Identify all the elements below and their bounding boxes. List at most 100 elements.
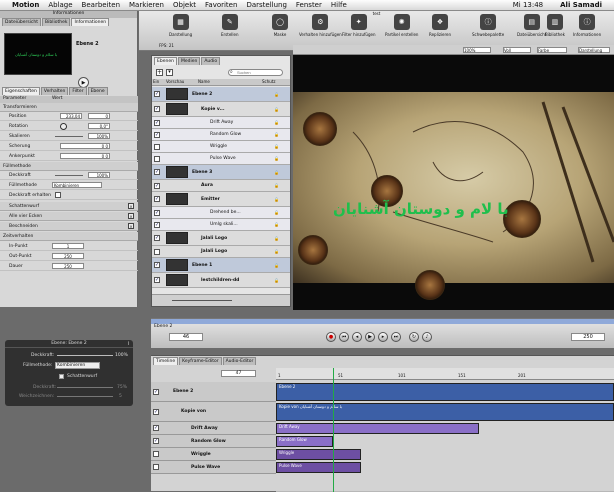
toolbar-button-mask[interactable]: ◯ Maske xyxy=(272,14,288,37)
menu-objekt[interactable]: Objekt xyxy=(173,1,196,9)
toolbar-button-view[interactable]: ▦ Darstellung xyxy=(169,14,192,37)
toolbar-button-particle[interactable]: ✺ Partikel erstellen xyxy=(385,14,418,37)
track-enable-checkbox[interactable] xyxy=(153,451,159,457)
toolbar-button-behavior[interactable]: ⚙ Verhalten hinzufügen xyxy=(299,14,342,37)
menu-darstellung[interactable]: Darstellung xyxy=(246,1,286,9)
timeline-track-row[interactable]: Wriggle xyxy=(151,448,276,461)
layer-row[interactable]: Wriggle 🔓 xyxy=(152,141,290,153)
layer-enable-checkbox[interactable] xyxy=(154,248,160,255)
lock-icon[interactable]: 🔓 xyxy=(274,107,279,112)
tab-layer[interactable]: Ebene xyxy=(87,87,108,95)
view-mode-select[interactable]: Voll xyxy=(503,47,531,53)
hud-shadow-opacity-slider[interactable] xyxy=(57,387,113,388)
tab-audio[interactable]: Audio xyxy=(201,57,221,65)
layer-row[interactable]: ✓ Umlg skali... 🔓 xyxy=(152,219,290,231)
lock-icon[interactable]: 🔓 xyxy=(274,197,279,202)
layer-enable-checkbox[interactable] xyxy=(154,155,160,162)
section-drop-shadow[interactable]: Schattenwurf × xyxy=(0,202,138,211)
layer-enable-checkbox[interactable]: ✓ xyxy=(154,221,160,228)
timeline-track-row[interactable]: ✓ Drift Away xyxy=(151,422,276,435)
scale-field[interactable]: 100% xyxy=(88,133,110,139)
play-button[interactable]: ▶ xyxy=(365,332,375,342)
timeline-ruler[interactable]: 1 51 101 151 201 xyxy=(276,368,614,380)
lock-icon[interactable]: 🔓 xyxy=(274,236,279,241)
layer-row[interactable]: Jalali Logo 🔓 xyxy=(152,246,290,258)
color-mode-select[interactable]: Farbe xyxy=(537,47,567,53)
timeline-track-row[interactable]: ✓ Kopie von xyxy=(151,402,276,422)
out-point-field[interactable]: 250 xyxy=(52,253,84,259)
timeline-bar[interactable]: Ebene 2 xyxy=(276,383,614,401)
toolbar-button-hud[interactable]: ⓘ Schwebepalette xyxy=(472,14,504,37)
end-frame-field[interactable]: 250 xyxy=(571,333,605,341)
timeline-track-row[interactable]: Pulse Wave xyxy=(151,461,276,474)
step-forward-button[interactable]: ▸ xyxy=(378,332,388,342)
layer-row[interactable]: Pulse Wave 🔓 xyxy=(152,153,290,165)
hud-softness-slider[interactable] xyxy=(57,396,113,397)
crop-toggle-icon[interactable]: × xyxy=(128,223,134,229)
blend-mode-select[interactable]: Kombinieren xyxy=(52,182,102,188)
lock-icon[interactable]: 🔓 xyxy=(274,210,279,215)
timeline-track-row[interactable]: ✓ Ebene 2 xyxy=(151,382,276,402)
menu-hilfe[interactable]: Hilfe xyxy=(331,1,347,9)
toolbar-button-file-browser[interactable]: ▤ Dateiübersicht xyxy=(517,14,546,37)
playhead[interactable] xyxy=(333,368,334,492)
section-timing[interactable]: Zeitverhalten xyxy=(0,232,138,241)
position-y-field[interactable]: 0 xyxy=(88,113,110,119)
lock-icon[interactable]: 🔓 xyxy=(274,132,279,137)
layer-enable-checkbox[interactable]: ✓ xyxy=(154,209,160,216)
section-transform[interactable]: Transformieren xyxy=(0,103,138,112)
section-four-corner[interactable]: Alle vier Ecken × xyxy=(0,212,138,221)
layer-enable-checkbox[interactable]: ✓ xyxy=(154,169,160,175)
layer-row[interactable]: ✓ Aura 🔓 xyxy=(152,180,290,192)
video-frame[interactable]: با لام و دوستان آشنایان xyxy=(293,92,614,300)
lock-icon[interactable]: 🔓 xyxy=(274,170,279,175)
tab-inspector[interactable]: Informationen xyxy=(71,18,110,26)
anchor-field[interactable]: 0 0 xyxy=(60,153,110,159)
add-layer-button[interactable]: + xyxy=(156,69,163,76)
track-enable-checkbox[interactable]: ✓ xyxy=(153,388,159,395)
menu-favoriten[interactable]: Favoriten xyxy=(205,1,237,9)
layer-row[interactable]: ✓ Kopie v... 🔓 xyxy=(152,102,290,117)
lock-icon[interactable]: 🔓 xyxy=(274,249,279,254)
user-name[interactable]: Ali Samadi xyxy=(560,1,602,9)
toolbar-button-library[interactable]: ▥ Bibliothek xyxy=(545,14,565,37)
layer-row[interactable]: ✓ Drehend be... 🔓 xyxy=(152,207,290,219)
mini-timeline[interactable] xyxy=(151,319,614,324)
lock-icon[interactable]: 🔓 xyxy=(274,92,279,97)
layer-row[interactable]: ✓ Ebene 2 🔓 xyxy=(152,87,290,102)
hud-shadow-checkbox[interactable] xyxy=(59,374,64,379)
loop-button[interactable]: ↻ xyxy=(409,332,419,342)
hud-blend-select[interactable]: Kombinieren xyxy=(55,362,100,369)
menu-bearbeiten[interactable]: Bearbeiten xyxy=(82,1,120,9)
record-button[interactable]: ● xyxy=(326,332,336,342)
lock-icon[interactable]: 🔓 xyxy=(274,120,279,125)
lock-icon[interactable]: 🔓 xyxy=(274,263,279,268)
lock-icon[interactable]: 🔓 xyxy=(274,222,279,227)
go-to-start-button[interactable]: ⏮ xyxy=(339,332,349,342)
timeline-bar[interactable]: Wriggle xyxy=(276,449,361,460)
timeline-track-row[interactable]: ✓ Random Glow xyxy=(151,435,276,448)
shear-field[interactable]: 0 0 xyxy=(60,143,110,149)
tab-filters[interactable]: Filter xyxy=(69,87,87,95)
track-enable-checkbox[interactable]: ✓ xyxy=(153,425,159,431)
menu-fenster[interactable]: Fenster xyxy=(296,1,322,9)
lock-icon[interactable]: 🔓 xyxy=(274,183,279,188)
tab-media[interactable]: Medien xyxy=(177,57,201,65)
section-crop[interactable]: Beschneiden × xyxy=(0,222,138,231)
toolbar-button-create[interactable]: ✎ Erstellen xyxy=(221,14,239,37)
drop-shadow-toggle-icon[interactable]: × xyxy=(128,203,134,209)
current-frame-field[interactable]: 46 xyxy=(169,333,203,341)
tab-audio-editor[interactable]: Audio-Editor xyxy=(222,357,257,365)
hud-info-icon[interactable]: i xyxy=(128,341,129,347)
opacity-slider[interactable] xyxy=(55,175,83,176)
timeline-bar[interactable]: Kopie von با سلام و دوستان آشنایان xyxy=(276,403,614,421)
display-select[interactable]: Darstellung xyxy=(578,47,610,53)
layer-options-button[interactable]: ▾ xyxy=(166,69,173,76)
layer-row[interactable]: ✓ Emitter 🔓 xyxy=(152,192,290,207)
menu-motion[interactable]: Motion xyxy=(12,1,39,9)
clock[interactable]: Mi 13:48 xyxy=(513,1,543,9)
audio-button[interactable]: ♪ xyxy=(422,332,432,342)
tab-file-browser[interactable]: Dateiübersicht xyxy=(2,18,42,26)
layer-row[interactable]: ✓ Ebene 3 🔓 xyxy=(152,165,290,180)
preserve-opacity-checkbox[interactable] xyxy=(55,192,61,198)
